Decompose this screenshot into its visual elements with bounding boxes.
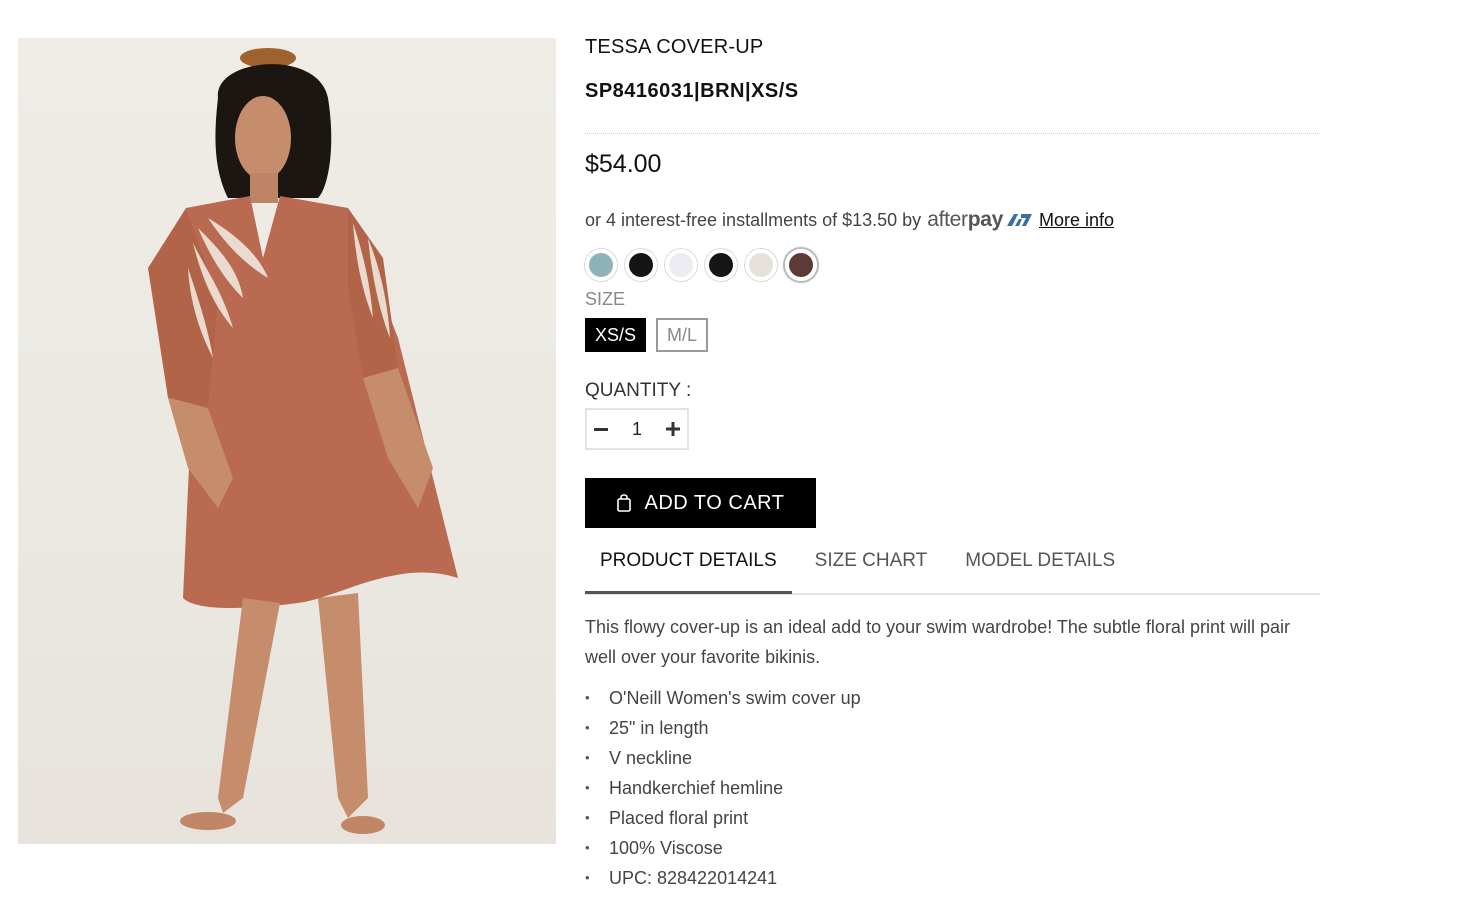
swatch-color <box>789 253 813 277</box>
add-to-cart-button[interactable]: ADD TO CART <box>585 478 816 528</box>
list-item: Placed floral print <box>585 803 861 833</box>
color-swatches <box>585 249 817 281</box>
more-info-link[interactable]: More info <box>1039 210 1114 231</box>
list-item: UPC: 828422014241 <box>585 863 861 893</box>
list-item: V neckline <box>585 743 861 773</box>
add-to-cart-label: ADD TO CART <box>644 491 785 514</box>
quantity-stepper <box>585 408 689 450</box>
swatch-color <box>669 253 693 277</box>
tab-model-details[interactable]: MODEL DETAILS <box>950 545 1130 586</box>
swatch-brown[interactable] <box>785 249 817 281</box>
product-image[interactable] <box>18 38 556 844</box>
size-options: XS/S M/L <box>585 318 709 352</box>
swatch-color <box>709 253 733 277</box>
size-option-m-l[interactable]: M/L <box>656 318 709 352</box>
afterpay-text: or 4 interest-free installments of $13.5… <box>585 209 922 230</box>
afterpay-logo-pay: pay <box>967 208 1004 231</box>
list-item: O'Neill Women's swim cover up <box>585 683 861 713</box>
quantity-input[interactable] <box>615 417 659 441</box>
swatch-black-2[interactable] <box>705 249 737 281</box>
product-price: $54.00 <box>585 150 662 178</box>
afterpay-arrows-icon <box>1007 214 1033 226</box>
divider <box>585 133 1320 134</box>
list-item: 100% Viscose <box>585 833 861 863</box>
model-illustration <box>148 48 458 834</box>
right-leg <box>318 593 368 818</box>
face <box>235 96 291 180</box>
swatch-color <box>749 253 773 277</box>
swatch-white[interactable] <box>665 249 697 281</box>
quantity-label: QUANTITY : <box>585 380 692 401</box>
tab-product-details[interactable]: PRODUCT DETAILS <box>585 545 792 594</box>
product-description: This flowy cover-up is an ideal add to y… <box>585 617 1290 667</box>
swatch-blue[interactable] <box>585 249 617 281</box>
swatch-color <box>589 253 613 277</box>
swatch-cream[interactable] <box>745 249 777 281</box>
feature-list: O'Neill Women's swim cover up25" in leng… <box>585 683 861 893</box>
size-label: SIZE <box>585 289 626 309</box>
left-leg <box>218 598 280 813</box>
swatch-color <box>629 253 653 277</box>
minus-icon[interactable] <box>587 416 615 442</box>
product-sku: SP8416031|BRN|XS/S <box>585 80 799 102</box>
afterpay-logo: after pay <box>927 208 1033 232</box>
tab-size-chart[interactable]: SIZE CHART <box>800 545 943 586</box>
afterpay-logo-after: after <box>927 208 968 231</box>
product-title: TESSA COVER-UP <box>585 36 764 58</box>
afterpay-installments: or 4 interest-free installments of $13.5… <box>585 208 1114 232</box>
shopping-bag-icon <box>616 494 631 512</box>
list-item: 25" in length <box>585 713 861 743</box>
size-option-xs-s[interactable]: XS/S <box>585 318 647 352</box>
plus-icon[interactable] <box>659 416 687 442</box>
swatch-black[interactable] <box>625 249 657 281</box>
list-item: Handkerchief hemline <box>585 773 861 803</box>
detail-tabs: PRODUCT DETAILS SIZE CHART MODEL DETAILS <box>585 545 1320 595</box>
